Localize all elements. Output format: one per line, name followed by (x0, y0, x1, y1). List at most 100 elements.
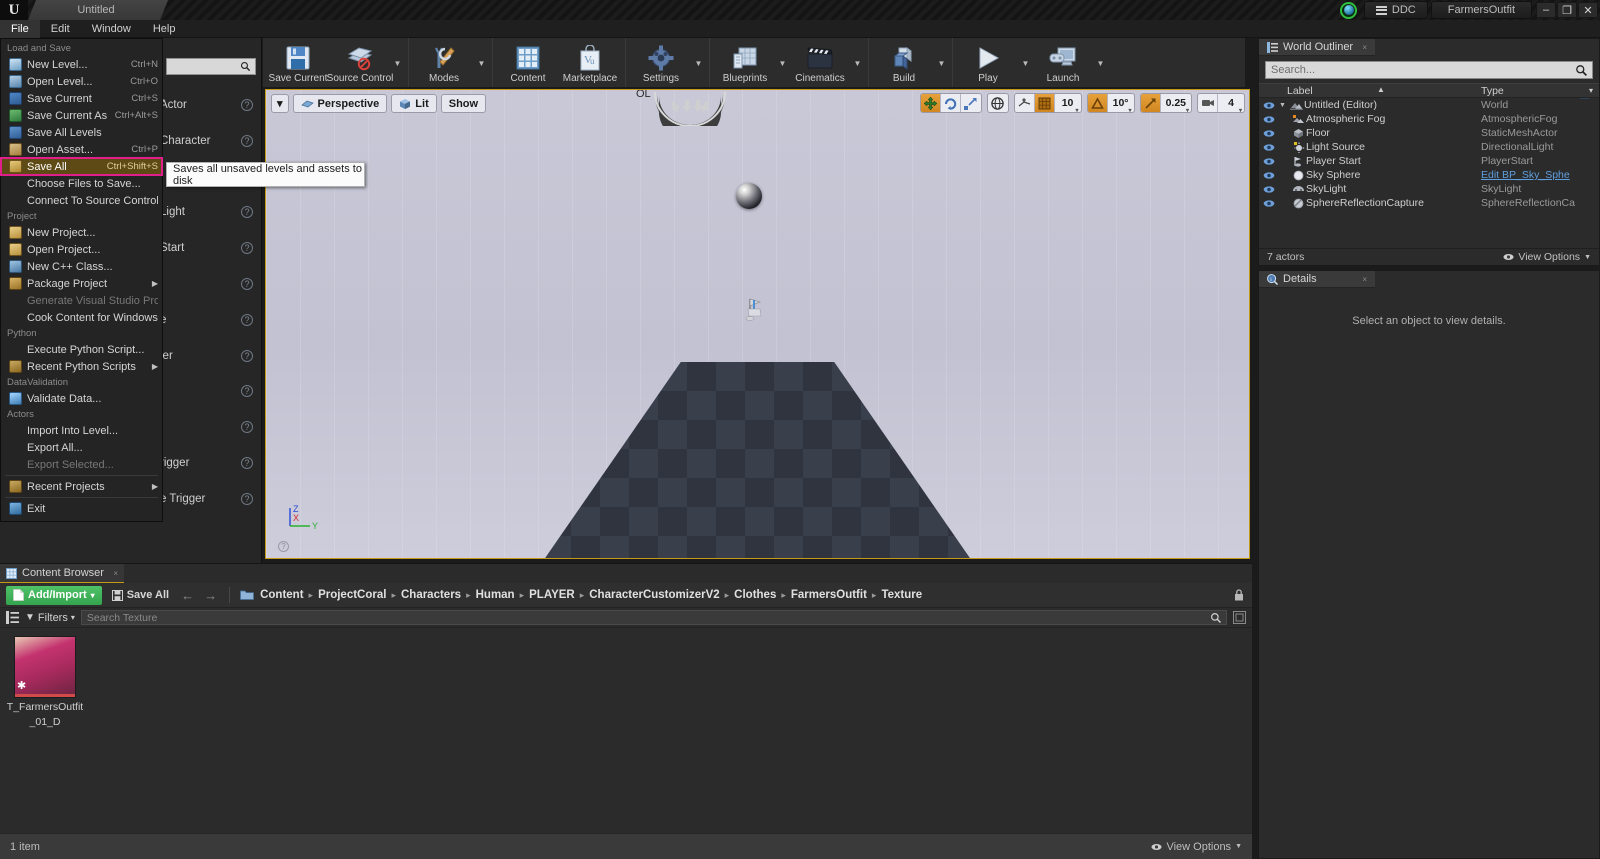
toolbar-button-blueprints[interactable]: Blueprints (714, 38, 776, 87)
place-actor-item[interactable]: ler? (160, 341, 262, 371)
toolbar-button-settings[interactable]: Settings (630, 38, 692, 87)
breadcrumb-item[interactable]: Content (260, 589, 303, 601)
file-menu-item-new-level[interactable]: New Level... Ctrl+N (1, 56, 162, 73)
menu-item-window[interactable]: Window (81, 20, 142, 38)
details-tab[interactable]: i Details × (1259, 271, 1375, 288)
ddc-button[interactable]: DDC (1363, 1, 1428, 19)
file-menu-item-exit[interactable]: Exit (1, 500, 162, 517)
file-menu-item-save-current[interactable]: Save Current Ctrl+S (1, 90, 162, 107)
place-actor-item[interactable]: ? (160, 376, 262, 406)
angle-snap-toggle[interactable] (1087, 94, 1108, 112)
breadcrumb-item[interactable]: CharacterCustomizerV2 (589, 589, 719, 601)
add-import-button[interactable]: Add/Import ▾ (6, 585, 102, 605)
file-menu-item-save-all-levels[interactable]: Save All Levels (1, 124, 162, 141)
outliner-row[interactable]: Atmospheric Fog AtmosphericFog (1259, 112, 1599, 126)
column-header-label[interactable]: Label (1259, 85, 1477, 97)
unreal-status-icon[interactable] (1338, 1, 1360, 19)
place-actor-item[interactable]: ? (160, 412, 262, 442)
file-menu-item-open-level[interactable]: Open Level... Ctrl+O (1, 73, 162, 90)
help-icon[interactable]: ? (241, 492, 253, 505)
file-menu-item-recent-projects[interactable]: Recent Projects ▶ (1, 478, 162, 495)
asset-view-toggle-icon[interactable] (1233, 611, 1246, 624)
outliner-row[interactable]: Floor StaticMeshActor (1259, 126, 1599, 140)
viewport-options-button[interactable]: ▾ (271, 94, 289, 113)
breadcrumb-item[interactable]: FarmersOutfit (791, 589, 867, 601)
file-menu-item-package-project[interactable]: Package Project ▶ (1, 275, 162, 292)
outliner-row[interactable]: SkyLight SkyLight (1259, 182, 1599, 196)
help-icon[interactable]: ? (241, 421, 253, 434)
visibility-eye-icon[interactable] (1259, 171, 1279, 180)
place-actor-item[interactable]: e? (160, 305, 262, 335)
file-menu-item-choose-files-to-save[interactable]: Choose Files to Save... (1, 175, 162, 192)
surface-snap-button[interactable] (1015, 94, 1035, 112)
chevron-down-icon[interactable]: ▼ (776, 38, 789, 87)
breadcrumb-item[interactable]: ProjectCoral (318, 589, 386, 601)
level-viewport[interactable]: OL Z X Y ? (265, 89, 1250, 559)
toolbar-button-content[interactable]: Content (497, 38, 559, 87)
file-menu-item-export-all[interactable]: Export All... (1, 439, 162, 456)
outliner-row[interactable]: SphereReflectionCapture SphereReflectionC… (1259, 196, 1599, 210)
help-icon[interactable]: ? (241, 313, 253, 326)
toolbar-button-save-current[interactable]: Save Current (267, 38, 329, 87)
help-icon[interactable]: ? (241, 457, 253, 469)
menu-item-help[interactable]: Help (142, 20, 187, 38)
visibility-eye-icon[interactable] (1259, 185, 1279, 194)
file-menu-item-open-asset[interactable]: Open Asset... Ctrl+P (1, 141, 162, 158)
help-icon[interactable]: ? (241, 278, 253, 290)
file-menu-item-save-current-as[interactable]: Save Current As... Ctrl+Alt+S (1, 107, 162, 124)
place-actor-item[interactable]: Light? (160, 197, 262, 227)
viewport-help-icon[interactable]: ? (278, 541, 289, 552)
viewport-reflection-sphere[interactable] (736, 183, 762, 209)
viewport-player-start-icon[interactable] (744, 295, 766, 323)
visibility-eye-icon[interactable] (1259, 157, 1279, 166)
file-menu-item-import-into-level[interactable]: Import Into Level... (1, 422, 162, 439)
content-browser-view-options-button[interactable]: View Options ▼ (1151, 841, 1242, 853)
toolbar-button-cinematics[interactable]: Cinematics (789, 38, 851, 87)
file-menu-item-generate-visual-studio-project[interactable]: Generate Visual Studio Project (1, 292, 162, 309)
scale-snap-toggle[interactable] (1140, 94, 1161, 112)
help-icon[interactable]: ? (241, 385, 253, 398)
close-icon[interactable]: × (1362, 275, 1367, 284)
menu-item-file[interactable]: File (0, 19, 40, 38)
translate-mode-button[interactable] (920, 94, 941, 112)
breadcrumb-item[interactable]: Human (476, 589, 515, 601)
file-menu-item-new-c-class[interactable]: New C++ Class... (1, 258, 162, 275)
scale-mode-button[interactable] (961, 94, 981, 112)
chevron-down-icon[interactable]: ▼ (935, 38, 948, 87)
angle-snap-value[interactable]: 10° (1108, 94, 1134, 112)
grid-snap-value[interactable]: 10 (1055, 94, 1081, 112)
outliner-search-input[interactable]: Search... (1265, 61, 1593, 79)
scale-snap-value[interactable]: 0.25 (1161, 94, 1191, 112)
visibility-eye-icon[interactable] (1259, 101, 1279, 110)
chevron-down-icon[interactable]: ▼ (475, 38, 488, 87)
outliner-row[interactable]: ▼ Untitled (Editor) World (1259, 98, 1599, 112)
outliner-row[interactable]: Sky Sphere Edit BP_Sky_Sphe (1259, 168, 1599, 182)
world-outliner-tab[interactable]: World Outliner × (1259, 39, 1375, 56)
chevron-down-icon[interactable]: ▼ (1019, 38, 1032, 87)
help-icon[interactable]: ? (241, 242, 253, 255)
camera-speed-icon[interactable] (1198, 94, 1218, 112)
column-header-type[interactable]: Type (1477, 85, 1599, 97)
toolbar-button-source-control[interactable]: Source Control (327, 38, 393, 87)
breadcrumb-item[interactable]: Clothes (734, 589, 776, 601)
place-actors-search-input[interactable] (166, 58, 256, 75)
file-menu-item-execute-python-script[interactable]: Execute Python Script... (1, 341, 162, 358)
outliner-row-type[interactable]: Edit BP_Sky_Sphe (1481, 169, 1570, 181)
close-icon[interactable]: × (1362, 43, 1367, 52)
viewport-show-button[interactable]: Show (440, 94, 487, 113)
file-menu-item-save-all[interactable]: Save All Ctrl+Shift+S (0, 157, 163, 176)
camera-speed-value[interactable]: 4 (1218, 94, 1244, 112)
file-menu-item-export-selected[interactable]: Export Selected... (1, 456, 162, 473)
help-icon[interactable]: ? (241, 99, 253, 111)
file-menu-item-connect-to-source-control[interactable]: Connect To Source Control... (1, 192, 162, 209)
file-menu-item-cook-content-for-windows[interactable]: Cook Content for Windows (1, 309, 162, 326)
outliner-row[interactable]: Player Start PlayerStart (1259, 154, 1599, 168)
minimize-button[interactable]: – (1536, 2, 1556, 18)
breadcrumb-item[interactable]: Characters (401, 589, 461, 601)
place-actor-item[interactable]: Start? (160, 233, 262, 263)
toolbar-button-play[interactable]: Play (957, 38, 1019, 87)
project-name-button[interactable]: FarmersOutfit (1430, 1, 1532, 19)
place-actor-item[interactable]: rigger? (160, 448, 262, 478)
place-actor-item[interactable]: ? (160, 269, 262, 299)
navigate-back-button[interactable]: ← (179, 588, 196, 603)
